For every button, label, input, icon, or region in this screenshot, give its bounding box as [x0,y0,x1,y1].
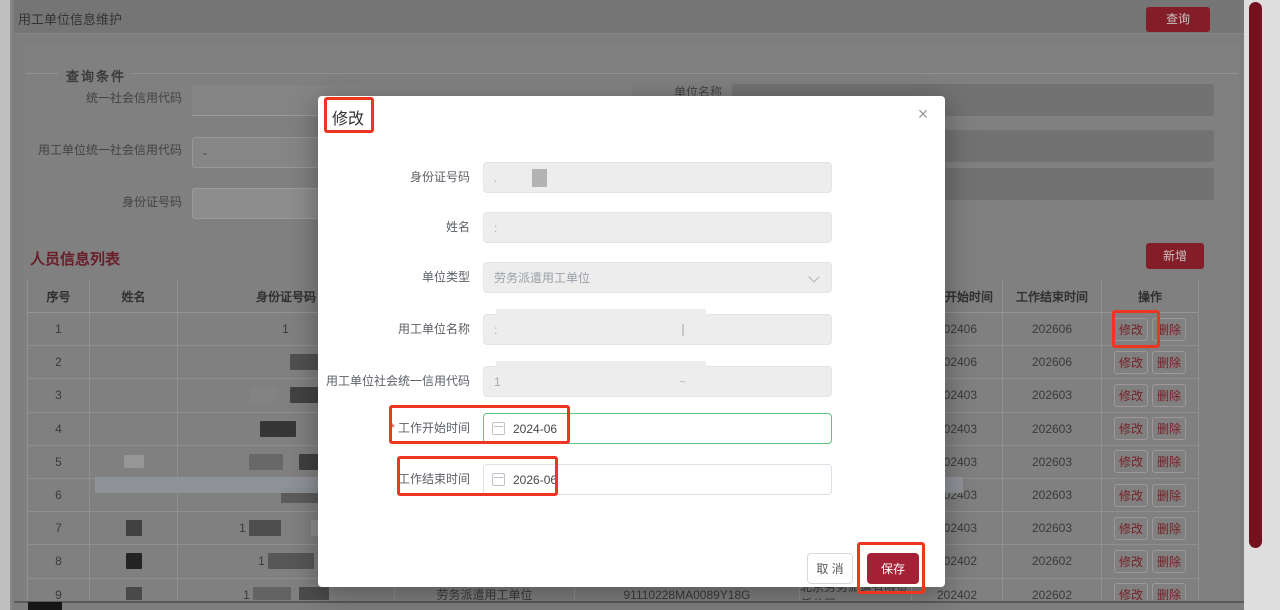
dialog-title: 修改 [332,105,364,129]
modal-credit-code-input: 1 ~ [483,366,832,397]
modal-unit-type-select: 劳务派遣用工单位 [483,262,832,293]
modal-credit-code-value: 1 [494,375,501,389]
modal-unit-name-value: : [494,323,497,337]
modal-name-input: : [483,212,832,243]
redaction-smudge [496,361,706,369]
app-screen: 用工单位信息维护 查询 查询条件 统一社会信用代码 用工单位统一社会信用代码 -… [0,0,1280,610]
cancel-button[interactable]: 取 消 [807,553,853,584]
start-time-value: 2024-06 [513,422,557,436]
modal-unit-name-input: : [483,314,832,345]
redaction-tick [682,324,684,336]
end-time-value: 2026-06 [513,473,557,487]
chevron-down-icon [808,271,819,282]
redaction-blob [532,169,547,187]
save-button[interactable]: 保存 [867,553,919,584]
required-asterisk: * [390,421,395,435]
calendar-icon [492,422,505,435]
modal-credit-code-label: 用工单位社会统一信用代码 [318,366,470,397]
modal-unit-name-label: 用工单位名称 [318,314,470,345]
modal-start-time-label: *工作开始时间 [318,413,470,444]
modify-dialog: 修改 × 身份证号码 . 姓名 : 单位类型 劳务派遣用工单位 用工单位名称 :… [318,96,945,587]
close-icon[interactable]: × [912,104,934,125]
modal-name-label: 姓名 [318,212,470,243]
modal-id-input: . [483,162,832,193]
modal-id-label: 身份证号码 [318,162,470,193]
modal-unit-type-value: 劳务派遣用工单位 [494,269,590,286]
calendar-icon [492,473,505,486]
modal-unit-type-label: 单位类型 [318,262,470,293]
redaction-smudge [496,309,706,317]
modal-start-time-label-text: 工作开始时间 [398,421,470,435]
start-time-date-input[interactable]: 2024-06 [483,413,832,444]
end-time-date-input[interactable]: 2026-06 [483,464,832,495]
modal-id-value: . [494,171,497,185]
redaction-char: ~ [679,375,686,389]
modal-end-time-label: 工作结束时间 [318,464,470,495]
modal-name-value: : [494,221,497,235]
